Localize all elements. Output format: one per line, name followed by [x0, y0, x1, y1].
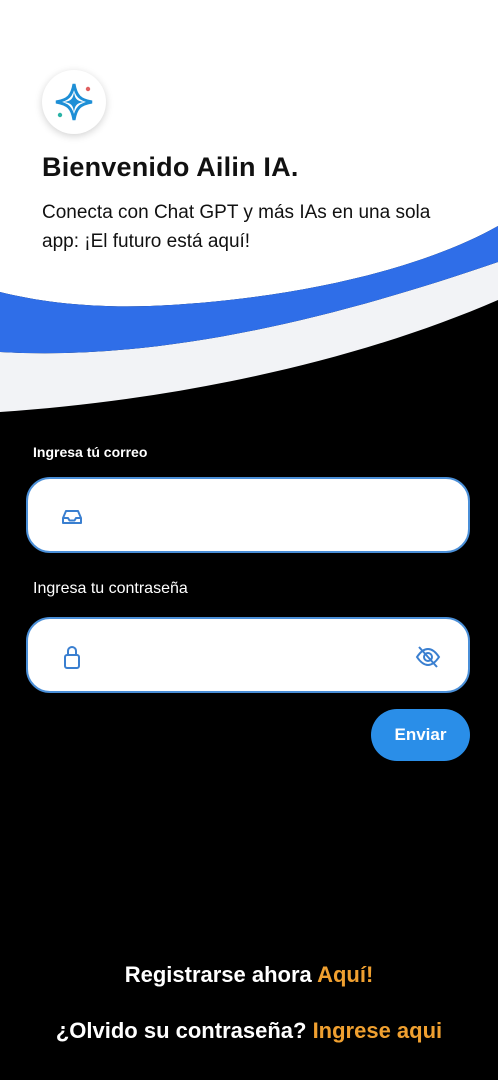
inbox-tray-icon [62, 510, 82, 524]
app-logo [42, 70, 106, 134]
register-text: Registrarse ahora [124, 962, 318, 987]
password-field[interactable] [26, 617, 470, 693]
eye-off-icon[interactable] [414, 643, 442, 671]
ailin-star-logo-icon [55, 83, 93, 121]
forgot-password-link[interactable]: Ingrese aqui [313, 1018, 443, 1043]
register-row: Registrarse ahora Aquí! [0, 962, 498, 988]
password-label: Ingresa tu contraseña [33, 580, 188, 597]
lock-icon [64, 645, 80, 669]
register-link[interactable]: Aquí! [317, 962, 373, 987]
forgot-password-row: ¿Olvido su contraseña? Ingrese aqui [0, 1018, 498, 1044]
password-input[interactable] [108, 637, 412, 675]
forgot-password-text: ¿Olvido su contraseña? [55, 1018, 313, 1043]
email-input[interactable] [108, 497, 412, 535]
page-subtitle: Conecta con Chat GPT y más IAs en una so… [42, 202, 431, 252]
email-label: Ingresa tú correo [33, 444, 148, 460]
page-title: Bienvenido Ailin IA. [42, 152, 299, 182]
email-field[interactable] [26, 477, 470, 553]
hero-header: Bienvenido Ailin IA. Conecta con Chat GP… [0, 0, 498, 420]
submit-button[interactable]: Enviar [371, 709, 470, 761]
